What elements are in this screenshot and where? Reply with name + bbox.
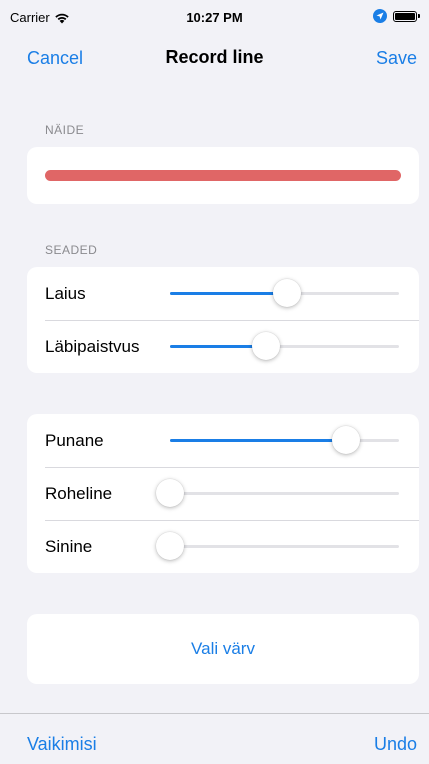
page-title: Record line: [165, 47, 264, 67]
blue-slider-thumb[interactable]: [156, 532, 184, 560]
blue-label: Sinine: [45, 536, 93, 556]
width-row: Laius: [27, 267, 419, 320]
bottom-toolbar: Vaikimisi Undo: [0, 713, 429, 764]
red-slider-thumb[interactable]: [332, 426, 361, 454]
red-row: Punane: [27, 414, 419, 467]
choose-color-button[interactable]: Vali värv: [27, 614, 419, 684]
battery-icon: [393, 10, 420, 22]
settings-section-header: SEADED: [45, 243, 98, 257]
green-row: Roheline: [27, 467, 419, 520]
red-slider[interactable]: [170, 426, 399, 454]
location-icon: [373, 9, 387, 23]
choose-color-label: Vali värv: [191, 639, 255, 658]
opacity-label: Läbipaistvus: [45, 336, 140, 356]
opacity-row: Läbipaistvus: [27, 320, 419, 373]
green-slider[interactable]: [156, 479, 399, 507]
settings-card: Laius Läbipaistvus: [27, 267, 419, 373]
green-label: Roheline: [45, 483, 113, 503]
green-slider-thumb[interactable]: [156, 479, 184, 507]
line-preview: [45, 170, 401, 181]
preview-section-header: NÄIDE: [45, 123, 85, 137]
color-card: Punane Roheline Sinine: [27, 414, 419, 573]
preview-card: [27, 147, 419, 204]
save-button[interactable]: Save: [376, 48, 417, 69]
status-bar: Carrier 10:27 PM: [0, 0, 429, 40]
opacity-slider[interactable]: [170, 332, 399, 360]
opacity-slider-thumb[interactable]: [252, 332, 281, 360]
navigation-bar: Cancel Record line Save: [0, 44, 429, 76]
width-label: Laius: [45, 283, 86, 303]
width-slider[interactable]: [170, 279, 399, 307]
red-label: Punane: [45, 430, 104, 450]
status-time: 10:27 PM: [186, 10, 243, 25]
width-slider-thumb[interactable]: [272, 279, 301, 307]
blue-row: Sinine: [27, 520, 419, 573]
blue-slider[interactable]: [156, 532, 399, 560]
default-button[interactable]: Vaikimisi: [27, 734, 97, 755]
undo-button[interactable]: Undo: [374, 734, 417, 755]
